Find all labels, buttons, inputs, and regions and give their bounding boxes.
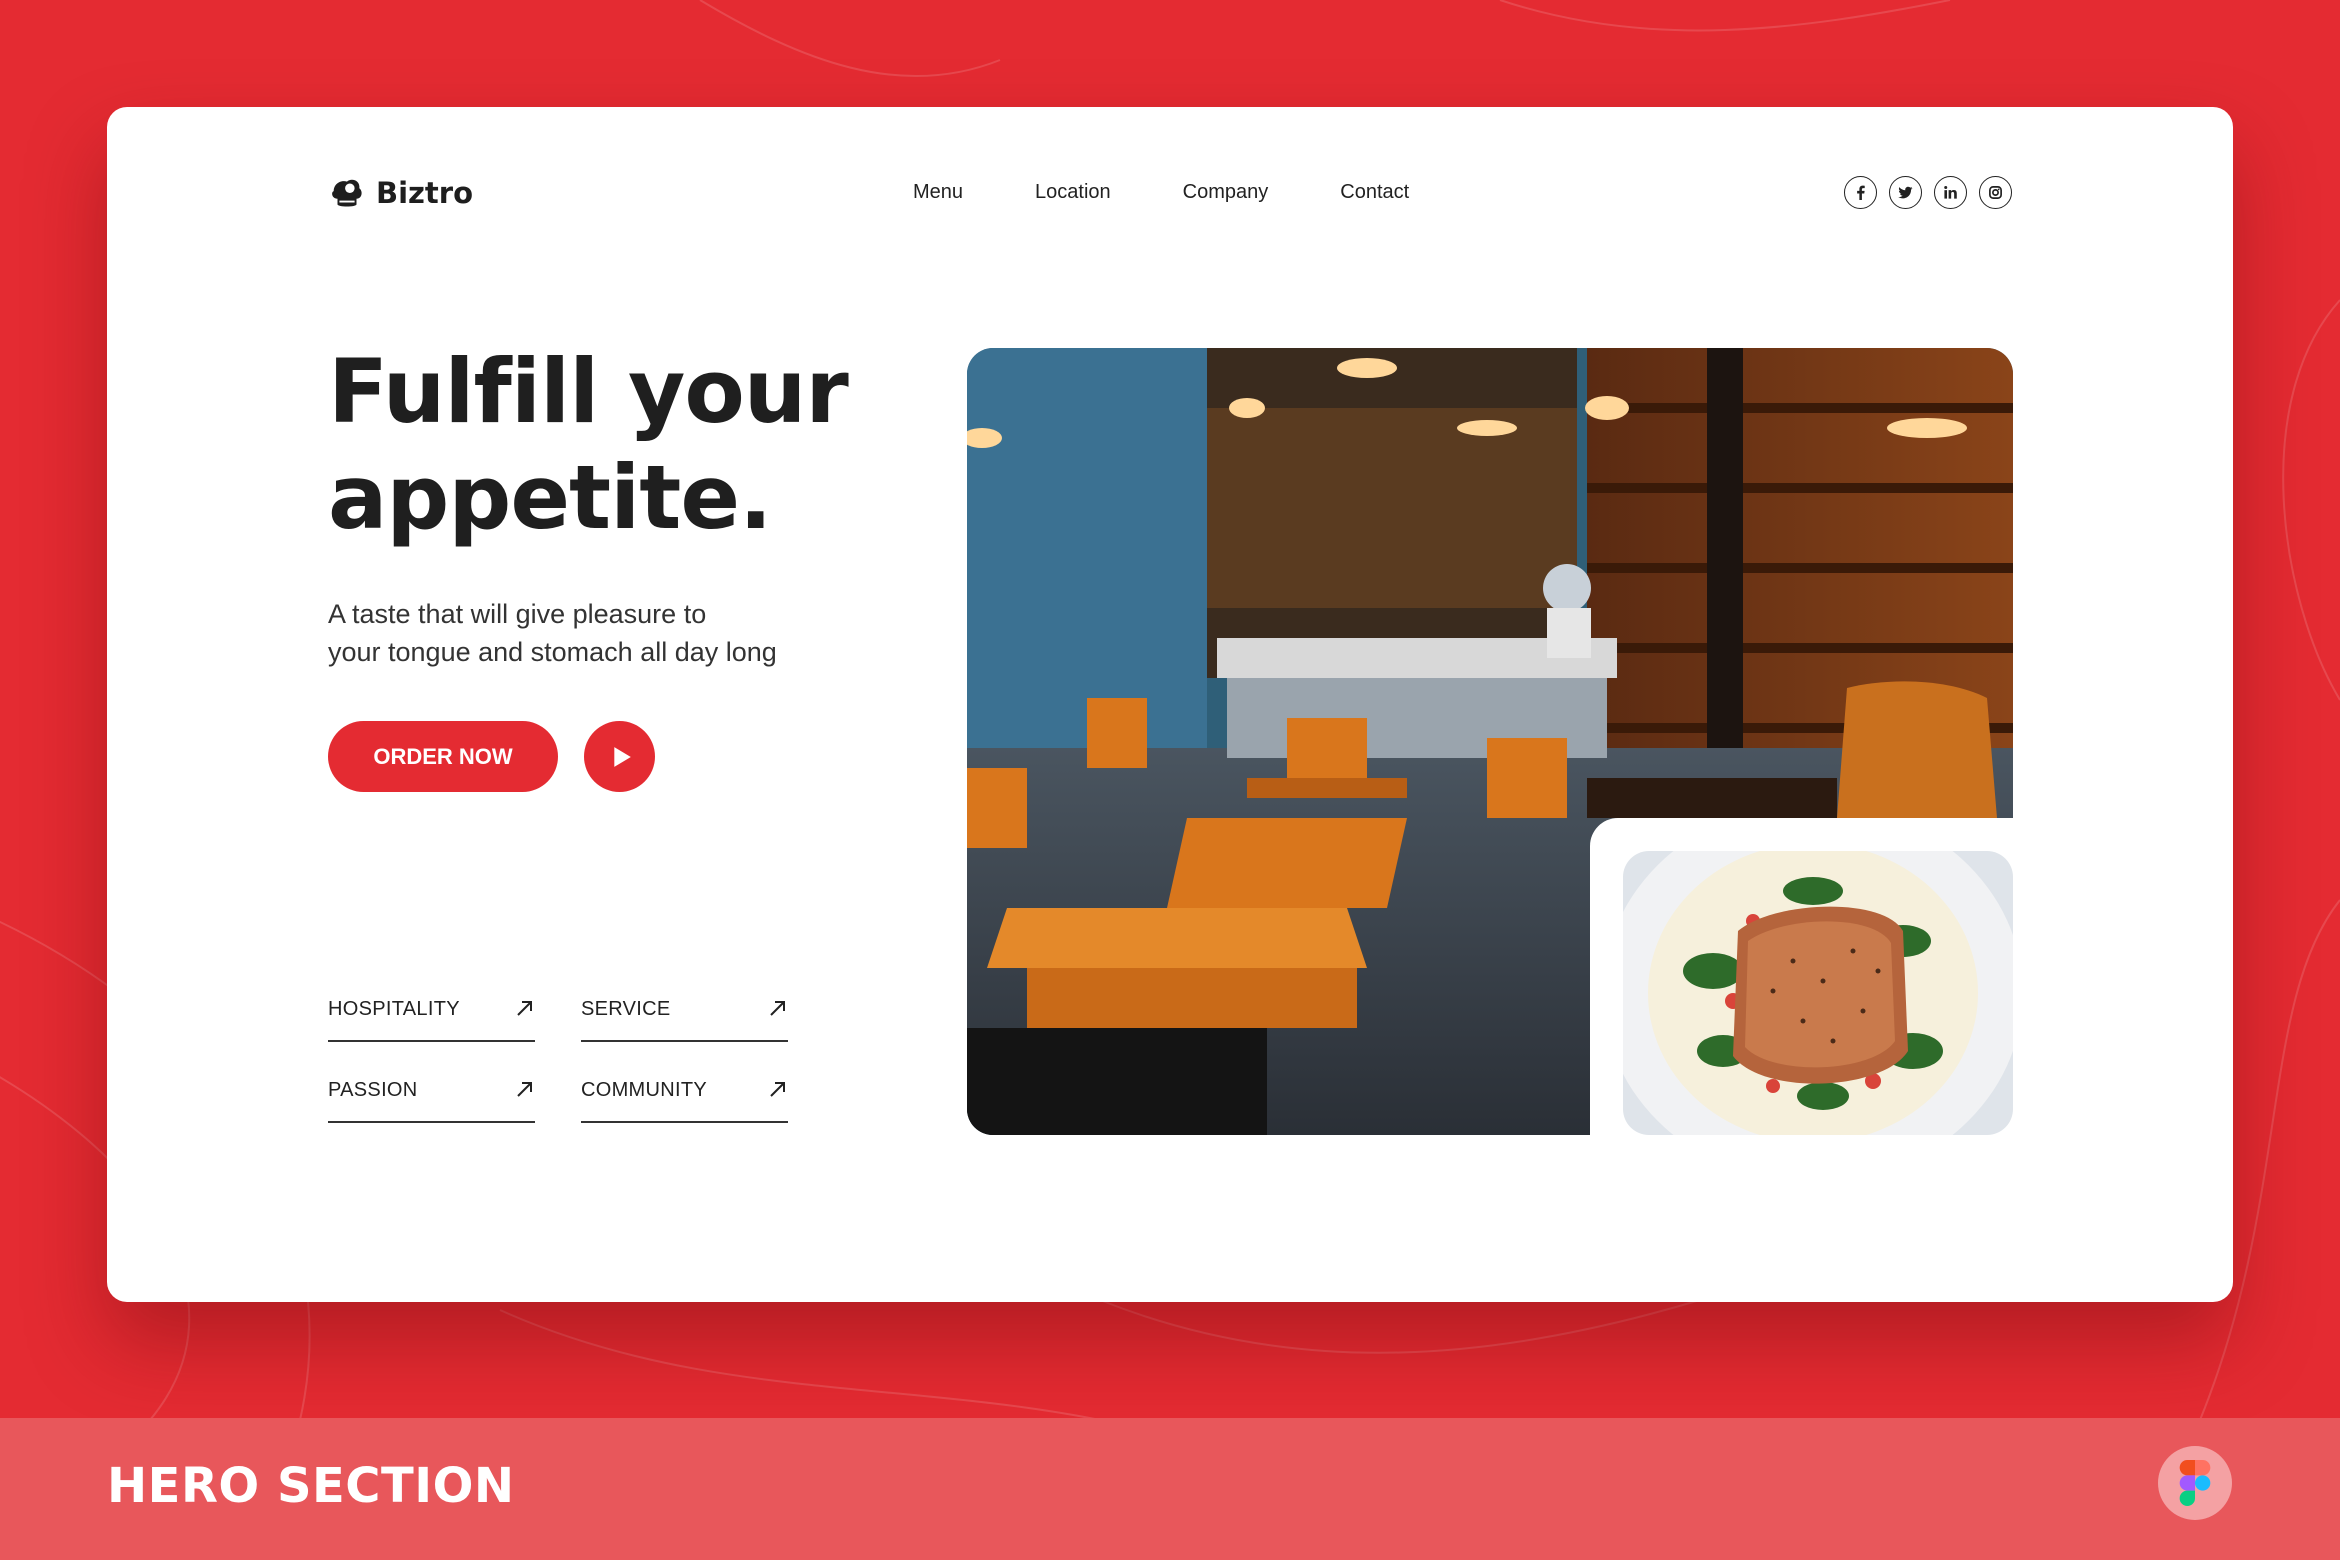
headline-line-2: appetite.: [328, 446, 772, 549]
arrow-up-right-icon: [517, 1001, 532, 1016]
facebook-link[interactable]: [1844, 176, 1877, 209]
salmon-plate-illustration: [1623, 851, 2013, 1135]
figma-badge[interactable]: [2158, 1446, 2232, 1520]
twitter-link[interactable]: [1889, 176, 1922, 209]
footer-title: HERO SECTION: [107, 1458, 515, 1514]
feature-link-passion[interactable]: PASSION: [328, 1079, 535, 1123]
subtext-line-1: A taste that will give pleasure to: [328, 599, 707, 629]
instagram-link[interactable]: [1979, 176, 2012, 209]
arrow-up-right-icon: [770, 1001, 785, 1016]
feature-link-community[interactable]: COMMUNITY: [581, 1079, 788, 1123]
feature-label: PASSION: [328, 1079, 418, 1101]
hero-headline: Fulfill your appetite.: [328, 339, 888, 551]
brand-name: Biztro: [376, 176, 474, 210]
twitter-icon: [1898, 186, 1913, 199]
social-links: [1844, 176, 2012, 209]
feature-label: HOSPITALITY: [328, 998, 460, 1020]
chef-hat-logo-icon: [332, 179, 362, 207]
play-icon: [613, 746, 631, 767]
nav-item-menu[interactable]: Menu: [913, 181, 963, 204]
nav-item-contact[interactable]: Contact: [1340, 181, 1409, 204]
nav-item-company[interactable]: Company: [1183, 181, 1269, 204]
brand-logo[interactable]: Biztro: [328, 174, 473, 212]
arrow-up-right-icon: [517, 1082, 532, 1097]
footer-bar: HERO SECTION: [0, 1418, 2340, 1560]
feature-label: COMMUNITY: [581, 1079, 708, 1101]
arrow-up-right-icon: [770, 1082, 785, 1097]
order-now-button[interactable]: ORDER NOW: [328, 721, 558, 792]
feature-link-hospitality[interactable]: HOSPITALITY: [328, 998, 535, 1042]
play-video-button[interactable]: [584, 721, 655, 792]
hero-card: Biztro Menu Location Company Contact Ful…: [107, 107, 2233, 1302]
salmon-dish-image: [1623, 851, 2013, 1135]
linkedin-icon: [1944, 185, 1957, 199]
feature-link-service[interactable]: SERVICE: [581, 998, 788, 1042]
instagram-icon: [1989, 186, 2002, 199]
nav-item-location[interactable]: Location: [1035, 181, 1111, 204]
figma-icon: [2179, 1460, 2211, 1506]
hero-subtext: A taste that will give pleasure to your …: [328, 595, 848, 671]
feature-label: SERVICE: [581, 998, 671, 1020]
facebook-icon: [1857, 185, 1865, 200]
linkedin-link[interactable]: [1934, 176, 1967, 209]
subtext-line-2: your tongue and stomach all day long: [328, 637, 777, 667]
main-nav: Menu Location Company Contact: [913, 181, 1409, 204]
headline-line-1: Fulfill your: [328, 340, 849, 443]
